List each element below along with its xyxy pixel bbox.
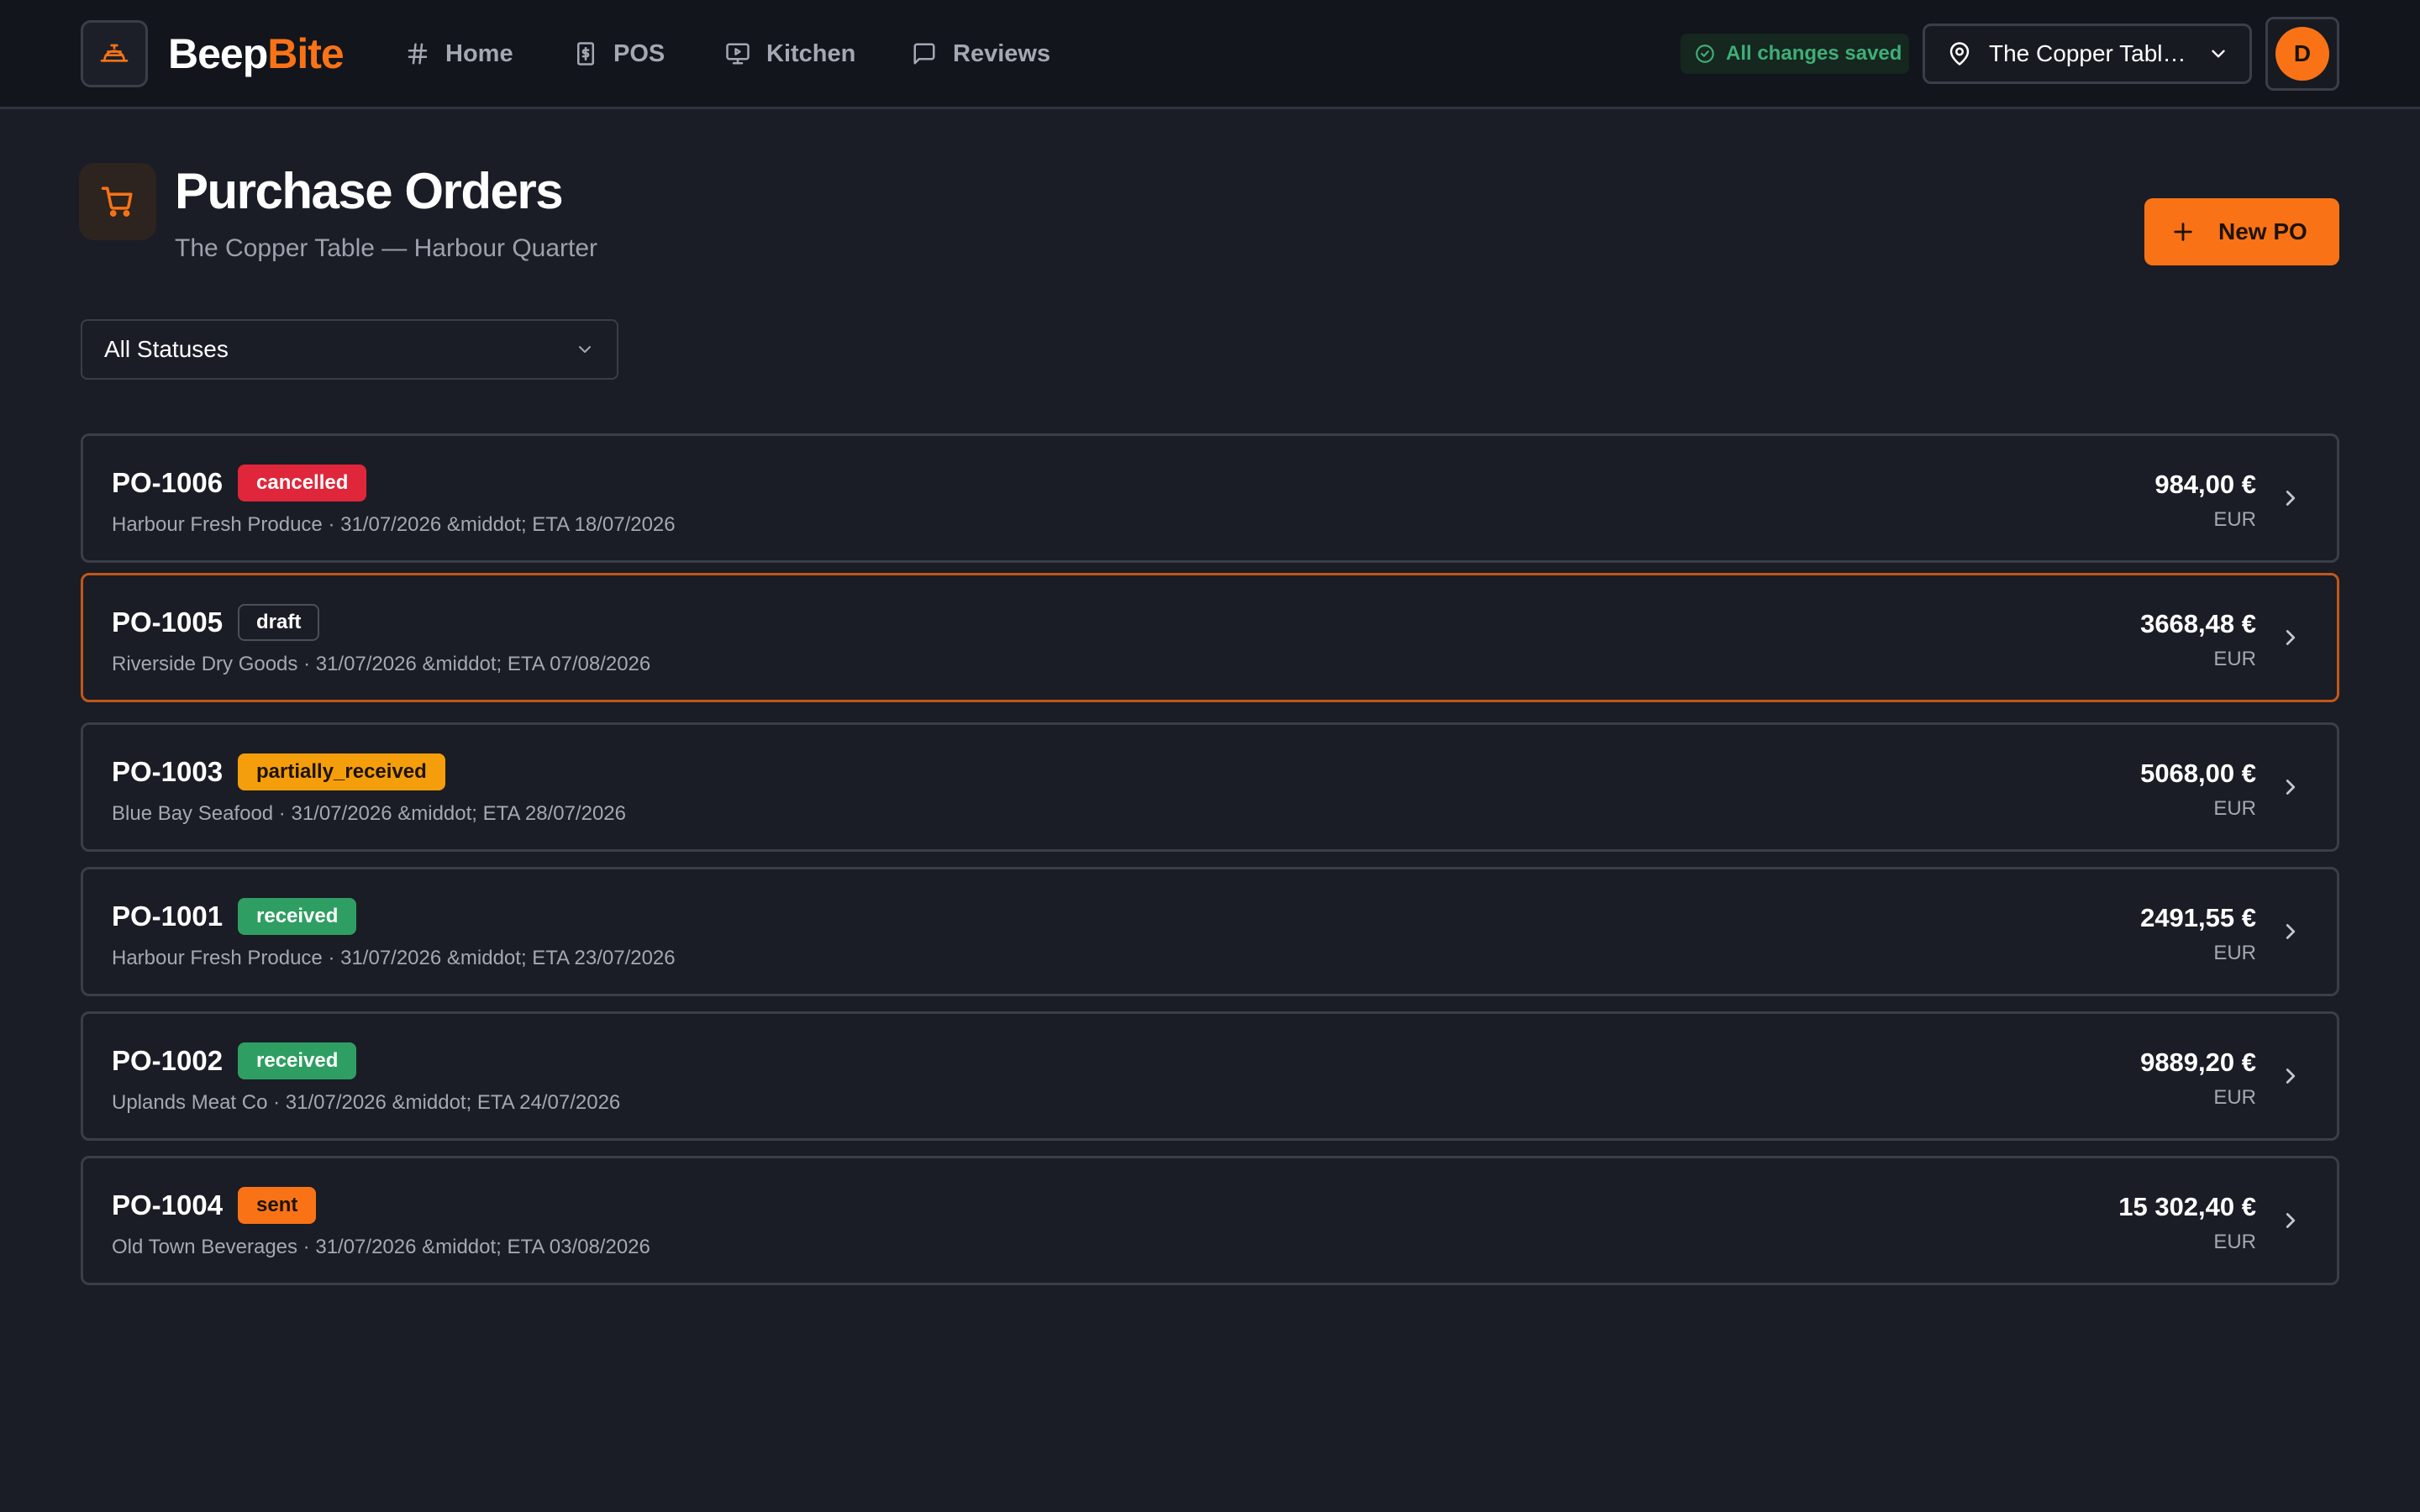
- new-po-button[interactable]: New PO: [2144, 198, 2339, 265]
- po-currency: EUR: [2213, 1231, 2256, 1253]
- status-filter-select[interactable]: All Statuses: [81, 319, 618, 380]
- po-number: PO-1006: [112, 467, 224, 498]
- nav-item-kitchen[interactable]: Kitchen: [724, 27, 855, 81]
- page-icon: [79, 163, 156, 240]
- po-meta: Riverside Dry Goods · 31/07/2026 &middot…: [112, 653, 651, 675]
- po-currency: EUR: [2213, 508, 2256, 531]
- nav-item-label: Reviews: [953, 39, 1051, 67]
- nav-item-reviews[interactable]: Reviews: [911, 27, 1050, 81]
- chevron-down-icon: [2212, 50, 2225, 58]
- user-menu-button[interactable]: D: [2265, 17, 2339, 91]
- nav-item-label: Home: [445, 39, 513, 67]
- po-card[interactable]: PO-1004 sent Old Town Beverages · 31/07/…: [81, 1156, 2339, 1285]
- page-subtitle: The Copper Table — Harbour Quarter: [175, 234, 598, 262]
- po-card[interactable]: PO-1003 partially_received Blue Bay Seaf…: [81, 722, 2339, 852]
- po-currency: EUR: [2213, 942, 2256, 964]
- chevron-right-icon: [2286, 780, 2296, 795]
- brand-name-part2: Bite: [267, 30, 344, 77]
- po-card[interactable]: PO-1006 cancelled Harbour Fresh Produce …: [81, 433, 2339, 563]
- nav-item-pos[interactable]: POS: [573, 27, 665, 81]
- save-status-label: All changes saved: [1726, 42, 1902, 65]
- po-meta: Old Town Beverages · 31/07/2026 &middot;…: [112, 1236, 650, 1258]
- nav-item-home[interactable]: Home: [405, 27, 513, 81]
- po-meta: Uplands Meat Co · 31/07/2026 &middot; ET…: [112, 1091, 621, 1114]
- new-po-button-label: New PO: [2218, 218, 2307, 244]
- status-badge: draft: [238, 604, 320, 641]
- po-amount: 9889,20 €: [2140, 1047, 2256, 1077]
- check-circle-icon: [1696, 45, 1714, 63]
- location-select[interactable]: The Copper Tabl…: [1923, 24, 2252, 84]
- po-meta: Harbour Fresh Produce · 31/07/2026 &midd…: [112, 513, 676, 536]
- status-filter-value: All Statuses: [104, 336, 229, 362]
- po-amount: 15 302,40 €: [2118, 1192, 2256, 1221]
- po-card[interactable]: PO-1005 draft Riverside Dry Goods · 31/0…: [81, 573, 2339, 702]
- logo[interactable]: [81, 20, 148, 87]
- po-number: PO-1005: [112, 606, 224, 638]
- po-currency: EUR: [2213, 648, 2256, 670]
- po-amount: 3668,48 €: [2140, 609, 2256, 638]
- po-meta: Harbour Fresh Produce · 31/07/2026 &midd…: [112, 947, 676, 969]
- chevron-right-icon: [2286, 1068, 2296, 1084]
- po-card[interactable]: PO-1001 received Harbour Fresh Produce ·…: [81, 867, 2339, 996]
- po-currency: EUR: [2213, 1086, 2256, 1109]
- top-bar: BeepBite Home POS Kitchen Reviews All ch…: [0, 0, 2420, 109]
- po-number: PO-1004: [112, 1189, 224, 1221]
- message-square-icon: [913, 43, 935, 65]
- po-currency: EUR: [2213, 797, 2256, 820]
- nav-item-label: Kitchen: [766, 39, 856, 67]
- po-number: PO-1003: [112, 756, 224, 787]
- po-meta: Blue Bay Seafood · 31/07/2026 &middot; E…: [112, 802, 626, 825]
- chevron-right-icon: [2286, 630, 2296, 645]
- po-card[interactable]: PO-1002 received Uplands Meat Co · 31/07…: [81, 1011, 2339, 1141]
- brand-name-part1: Beep: [168, 30, 268, 77]
- chevron-right-icon: [2286, 1213, 2296, 1228]
- page-title: Purchase Orders: [175, 163, 564, 219]
- status-badge: received: [238, 898, 357, 935]
- location-select-value: The Copper Tabl…: [1989, 40, 2186, 66]
- status-badge: cancelled: [238, 465, 367, 501]
- brand-name[interactable]: BeepBite: [168, 27, 345, 81]
- avatar: D: [2275, 27, 2329, 81]
- po-amount: 2491,55 €: [2140, 903, 2256, 932]
- nav-item-label: POS: [613, 39, 666, 67]
- map-pin-icon: [1949, 42, 1970, 66]
- po-amount: 984,00 €: [2154, 470, 2256, 499]
- plus-icon: [2174, 223, 2192, 241]
- po-amount: 5068,00 €: [2140, 759, 2256, 788]
- hash-icon: [408, 43, 428, 65]
- status-badge: received: [238, 1042, 357, 1079]
- monitor-play-icon: [726, 43, 750, 65]
- cloche-icon: [100, 44, 129, 62]
- chevron-right-icon: [2286, 491, 2296, 506]
- shopping-cart-icon: [101, 186, 133, 217]
- save-status-badge: All changes saved: [1681, 34, 1909, 74]
- chevron-down-icon: [579, 346, 591, 353]
- receipt-dollar-icon: [577, 42, 594, 66]
- status-badge: partially_received: [238, 753, 445, 790]
- chevron-right-icon: [2286, 924, 2296, 939]
- status-badge: sent: [238, 1187, 317, 1224]
- po-number: PO-1002: [112, 1045, 224, 1076]
- po-number: PO-1001: [112, 900, 224, 932]
